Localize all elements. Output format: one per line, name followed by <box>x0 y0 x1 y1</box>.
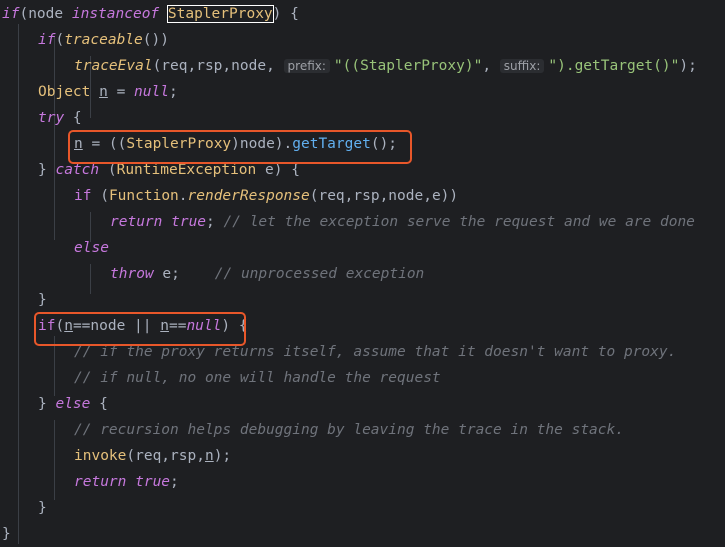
code-line[interactable]: if(traceable()) <box>38 27 169 53</box>
code-token: // unprocessed exception <box>214 266 425 282</box>
code-line[interactable]: } <box>2 521 11 547</box>
code-token: ); <box>679 58 697 74</box>
indent-guide <box>54 420 55 500</box>
code-token: ) { <box>272 6 299 22</box>
parameter-hint: prefix: <box>283 59 330 73</box>
code-token: ; <box>168 84 178 100</box>
code-token: , <box>482 58 500 74</box>
code-line[interactable]: return true; <box>74 469 179 495</box>
code-token: } <box>38 162 56 178</box>
code-token: (req,rsp,node,e)) <box>309 188 459 204</box>
code-token: ( <box>19 6 29 22</box>
code-token: invoke <box>74 448 127 464</box>
code-token: RuntimeException <box>116 162 257 178</box>
code-token: (req,rsp, <box>126 448 205 464</box>
code-editor[interactable]: if(node instanceof StaplerProxy) {if(tra… <box>0 0 725 546</box>
code-line[interactable]: // if null, no one will handle the reque… <box>74 365 441 391</box>
code-line[interactable]: invoke(req,rsp,n); <box>74 443 231 469</box>
code-token: Object <box>38 84 100 100</box>
highlight-box <box>68 130 412 164</box>
code-token: { <box>64 110 82 126</box>
code-line[interactable]: } else { <box>38 391 108 417</box>
code-token: // if the proxy returns itself, assume t… <box>74 344 677 360</box>
code-token: } <box>38 396 56 412</box>
code-token: // recursion helps debugging by leaving … <box>74 422 624 438</box>
code-line[interactable]: throw e; // unprocessed exception <box>110 261 424 287</box>
code-token: ); <box>213 448 232 464</box>
code-token: e) { <box>256 162 300 178</box>
code-token: if <box>38 32 56 48</box>
code-line[interactable]: if (Function.renderResponse(req,rsp,node… <box>74 183 458 209</box>
code-token: node <box>28 6 72 22</box>
indent-guide <box>90 264 91 294</box>
code-token: StaplerProxy <box>166 5 274 23</box>
code-line[interactable]: else <box>74 235 109 261</box>
code-token: } <box>38 500 47 516</box>
code-line[interactable]: return true; // let the exception serve … <box>110 209 695 235</box>
code-token: // let the exception serve the request a… <box>223 214 695 230</box>
code-token: } <box>38 292 47 308</box>
code-token: e; <box>153 266 215 282</box>
code-token: throw <box>110 266 154 282</box>
code-token: ; <box>170 474 179 490</box>
indent-guide <box>18 24 19 544</box>
code-token: n <box>204 448 214 464</box>
highlight-box <box>34 312 246 346</box>
code-line[interactable]: } <box>38 495 47 521</box>
code-token: } <box>2 526 11 542</box>
code-token: ; <box>206 214 224 230</box>
code-token: renderResponse <box>187 188 310 204</box>
code-token: ()) <box>142 32 169 48</box>
code-token: if <box>2 6 20 22</box>
code-line[interactable]: } <box>38 287 47 313</box>
code-token: ").getTarget()" <box>548 58 680 74</box>
code-token: (req,rsp,node, <box>152 58 284 74</box>
parameter-hint: suffix: <box>499 59 545 73</box>
code-token: traceEval <box>74 58 153 74</box>
code-token: else <box>55 396 91 412</box>
code-token: try <box>38 110 65 126</box>
code-token: n <box>99 84 108 100</box>
code-token: // if null, no one will handle the reque… <box>74 370 441 386</box>
code-line[interactable]: if(node instanceof StaplerProxy) { <box>2 1 299 27</box>
code-token: traceable <box>64 32 143 48</box>
code-token: if <box>74 188 92 204</box>
code-line[interactable]: traceEval(req,rsp,node, prefix: "((Staple… <box>74 53 697 79</box>
code-token: = <box>107 84 135 100</box>
code-token: ( <box>91 188 109 204</box>
code-token: else <box>74 240 109 256</box>
code-token: return true <box>110 214 207 230</box>
code-token: null <box>134 84 169 100</box>
code-token: Function <box>108 188 179 204</box>
code-line[interactable]: Object n = null; <box>38 79 178 105</box>
code-token: ( <box>99 162 117 178</box>
code-token: "((StaplerProxy)" <box>333 58 483 74</box>
code-line[interactable]: // recursion helps debugging by leaving … <box>74 417 624 443</box>
code-token: catch <box>55 162 100 178</box>
code-line[interactable]: try { <box>38 105 82 131</box>
code-token: instanceof <box>71 6 168 22</box>
code-token: ( <box>55 32 65 48</box>
code-token: return true <box>74 474 171 490</box>
code-token: . <box>178 188 188 204</box>
code-token: { <box>90 396 108 412</box>
